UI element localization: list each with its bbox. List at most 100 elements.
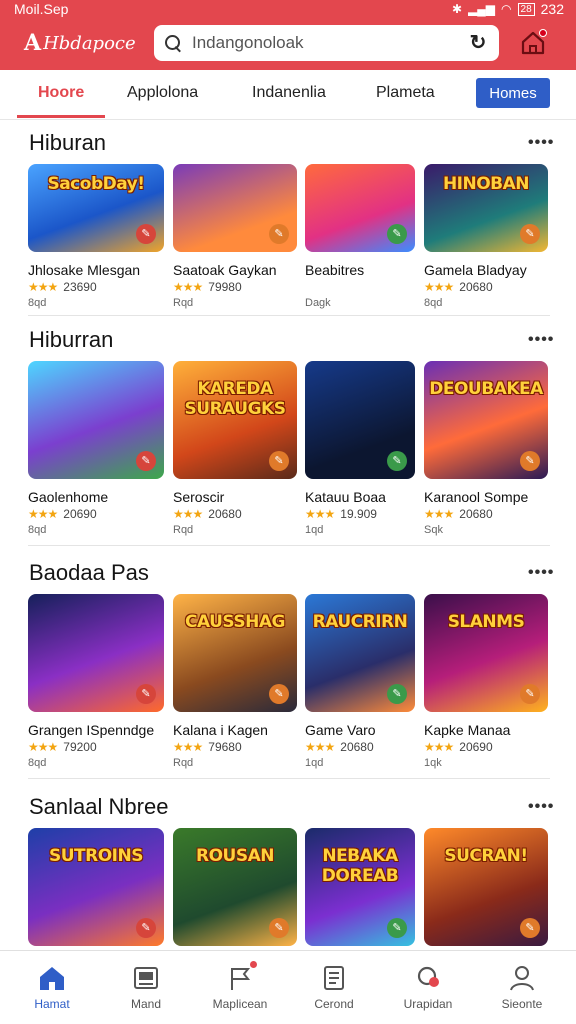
game-thumbnail[interactable]: ✎ [305,164,415,252]
game-art-title: SUTROINS [49,846,143,866]
game-art-title: NEBAKA DOREAB [321,846,399,886]
game-thumbnail[interactable]: ✎ [28,361,164,479]
search-icon[interactable] [164,34,182,52]
game-meta: Rqd [173,757,194,769]
game-thumbnail[interactable]: SUTROINS ✎ [28,828,164,946]
notification-button[interactable] [520,29,547,56]
game-name: Saatoak Gaykan [173,262,277,278]
game-rating: ★★★ 19.909 [305,507,377,521]
notification-dot [539,29,547,37]
search-bar[interactable]: ↻ [154,25,499,61]
rating-stars-icon: ★★★ [173,740,203,754]
status-bar: Moil.Sep ✱ ▂▄▆ ◠ 28 232 [0,0,576,18]
rating-count: 20680 [208,507,242,521]
game-name: Gaolenhome [28,489,109,505]
game-badge-icon: ✎ [520,918,540,938]
nav-location[interactable]: Urapidan [380,951,476,1024]
game-meta: 8qd [28,757,47,769]
nav-map[interactable]: Maplicean [192,951,288,1024]
game-thumbnail[interactable]: ✎ [305,361,415,479]
game-badge-icon: ✎ [387,684,407,704]
app-header: Moil.Sep ✱ ▂▄▆ ◠ 28 232 A Hbdapoce ↻ [0,0,576,70]
home-icon [37,963,67,993]
game-thumbnail[interactable]: HINOBAN ✎ [424,164,548,252]
game-thumbnail[interactable]: CAUSSHAG ✎ [173,594,297,712]
game-art-title: SLANMS [447,612,525,632]
game-name: Karanool Sompe [424,489,529,505]
game-thumbnail[interactable]: RAUCRIRN ✎ [305,594,415,712]
game-badge-icon: ✎ [520,224,540,244]
rating-count: 20680 [459,507,493,521]
rating-count: 79980 [208,280,242,294]
game-thumbnail[interactable]: ROUSAN ✎ [173,828,297,946]
game-name: Jhlosake Mlesgan [28,262,141,278]
game-name: Gamela Bladyay [424,262,527,278]
tab-home[interactable]: Hoore [38,84,84,102]
nav-label: Hamat [34,997,70,1011]
more-options-icon[interactable]: •••• [528,798,554,816]
tab-planet[interactable]: Plameta [376,84,435,102]
game-art-title: KAREDA SURAUGKS [184,379,286,419]
nav-label: Maplicean [212,997,268,1011]
more-options-icon[interactable]: •••• [528,331,554,349]
nav-gallery[interactable]: Mand [98,951,194,1024]
game-rating: ★★★ 79200 [28,740,97,754]
game-badge-icon: ✎ [269,684,289,704]
game-name: Kapke Manaa [424,722,511,738]
section-divider [28,315,550,316]
game-rating [305,280,311,294]
game-badge-icon: ✎ [269,451,289,471]
rating-stars-icon: ★★★ [305,507,335,521]
game-badge-icon: ✎ [136,224,156,244]
status-carrier: Moil.Sep [14,1,69,17]
game-badge-icon: ✎ [269,224,289,244]
game-thumbnail[interactable]: SLANMS ✎ [424,594,548,712]
section-divider [28,545,550,546]
rating-stars-icon: ★★★ [424,280,454,294]
rating-count: 79200 [63,740,97,754]
rating-count: 79680 [208,740,242,754]
game-thumbnail[interactable]: NEBAKA DOREAB ✎ [305,828,415,946]
game-thumbnail[interactable]: ✎ [173,164,297,252]
game-badge-icon: ✎ [520,451,540,471]
nav-profile[interactable]: Sieonte [474,951,570,1024]
document-icon [319,963,349,993]
homes-button[interactable]: Homes [476,78,550,108]
tab-indonesia[interactable]: Indanenlia [252,84,326,102]
game-badge-icon: ✎ [136,684,156,704]
more-options-icon[interactable]: •••• [528,564,554,582]
signal-icon: ▂▄▆ [468,2,496,16]
game-meta: 1qd [305,524,324,536]
game-meta: Rqd [173,297,194,309]
game-thumbnail[interactable]: DEOUBAKEA ✎ [424,361,548,479]
game-meta: 1qk [424,757,442,769]
game-rating: ★★★ 20680 [173,507,242,521]
flag-icon [225,963,255,993]
tab-applications[interactable]: Applolona [127,84,198,102]
game-thumbnail[interactable]: KAREDA SURAUGKS ✎ [173,361,297,479]
game-badge-icon: ✎ [136,918,156,938]
active-tab-indicator [17,115,105,118]
search-input[interactable] [192,33,467,53]
rating-count: 20690 [63,507,97,521]
app-logo[interactable]: A Hbdapoce [24,30,136,56]
rating-count: 20680 [459,280,493,294]
game-rating: ★★★ 20690 [424,740,493,754]
game-name: Beabitres [305,262,365,278]
battery-icon: 28 [517,2,535,16]
nav-home[interactable]: Hamat [4,951,100,1024]
location-icon [413,963,443,993]
game-art-title: SUCRAN! [444,846,528,866]
refresh-icon[interactable]: ↻ [467,32,489,54]
rating-count: 20690 [459,740,493,754]
game-rating: ★★★ 20680 [424,280,493,294]
game-thumbnail[interactable]: SUCRAN! ✎ [424,828,548,946]
nav-documents[interactable]: Cerond [286,951,382,1024]
game-thumbnail[interactable]: ✎ [28,594,164,712]
game-thumbnail[interactable]: SacobDay! ✎ [28,164,164,252]
game-art-title: HINOBAN [442,174,530,194]
rating-stars-icon: ★★★ [424,507,454,521]
more-options-icon[interactable]: •••• [528,134,554,152]
bluetooth-icon: ✱ [452,2,463,16]
rating-stars-icon: ★★★ [28,280,58,294]
